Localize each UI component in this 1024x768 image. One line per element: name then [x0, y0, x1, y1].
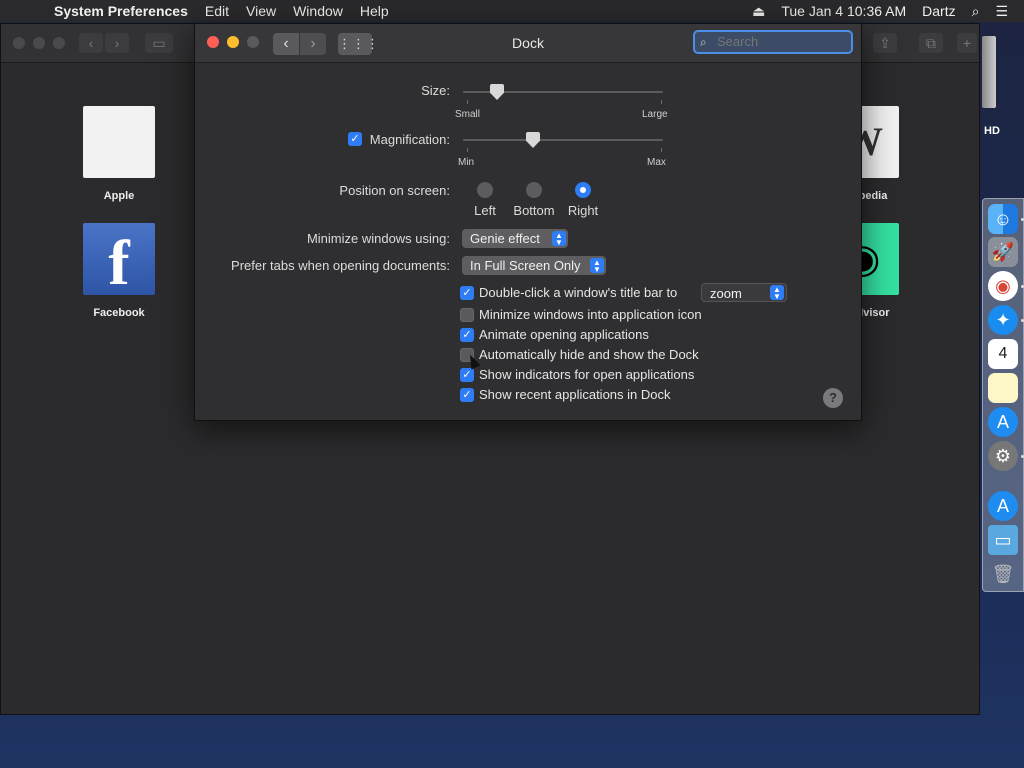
tabs-overview-icon[interactable]: ⧉ [919, 33, 943, 53]
facebook-logo-icon: f [83, 223, 155, 298]
notes-icon[interactable] [988, 373, 1018, 403]
title-bar: ‹ › ⋮⋮⋮ Dock ⌕ [195, 24, 861, 63]
dock: ☺ 🚀 ◉ ✦ 4 A ⚙ A ▭ 🗑 [982, 198, 1024, 592]
size-label: Size: [421, 83, 450, 98]
menu-view[interactable]: View [246, 3, 276, 19]
notification-center-icon[interactable]: ☰ [995, 3, 1008, 20]
magnification-checkbox[interactable]: ✓ [348, 132, 362, 146]
position-label: Position on screen: [339, 183, 450, 198]
auto-hide-dock-label: Automatically hide and show the Dock [479, 347, 699, 362]
magnification-slider-track[interactable] [463, 139, 663, 141]
hard-drive-icon[interactable] [982, 36, 996, 108]
menu-help[interactable]: Help [360, 3, 389, 19]
favorite-label: Apple [103, 190, 135, 202]
trash-icon[interactable]: 🗑 [988, 559, 1018, 589]
favorite-facebook[interactable]: f Facebook [83, 223, 155, 319]
prefer-tabs-value: In Full Screen Only [470, 258, 581, 273]
size-tick [661, 100, 662, 104]
show-indicators-checkbox[interactable]: ✓ [460, 368, 474, 382]
dock-preferences-window: ‹ › ⋮⋮⋮ Dock ⌕ Size: Small Large ✓ Magni… [194, 23, 862, 421]
minimize-into-icon-label: Minimize windows into application icon [479, 307, 702, 322]
size-max-label: Large [642, 109, 668, 120]
app-store-icon[interactable]: A [988, 491, 1018, 521]
safari-icon[interactable]: ✦ [988, 305, 1018, 335]
apple-logo-icon [83, 106, 155, 178]
help-button[interactable]: ? [823, 388, 843, 408]
double-click-action-value: zoom [710, 286, 742, 301]
menu-window[interactable]: Window [293, 3, 343, 19]
spotlight-search-icon[interactable]: ⌕ [972, 3, 980, 20]
launchpad-icon[interactable]: 🚀 [988, 237, 1018, 267]
size-tick [467, 100, 468, 104]
system-preferences-icon[interactable]: ⚙ [988, 441, 1018, 471]
popup-arrows-icon: ▲ ▼ [552, 231, 566, 247]
minimize-effect-popup[interactable]: Genie effect ▲ ▼ [462, 229, 568, 248]
sidebar-toggle-icon[interactable]: ▭ [145, 33, 173, 53]
menu-app-name[interactable]: System Preferences [54, 3, 188, 19]
minimize-effect-value: Genie effect [470, 231, 540, 246]
position-right-label: Right [567, 203, 599, 218]
double-click-label: Double-click a window's title bar to [479, 285, 678, 300]
minimize-using-label: Minimize windows using: [306, 231, 450, 246]
eject-icon[interactable]: ⏏ [752, 3, 765, 20]
search-icon: ⌕ [700, 35, 707, 49]
new-tab-icon[interactable]: + [957, 33, 977, 53]
magnification-max-label: Max [647, 157, 666, 168]
show-indicators-label: Show indicators for open applications [479, 367, 695, 382]
menu-user[interactable]: Dartz [922, 3, 955, 19]
menu-clock[interactable]: Tue Jan 4 10:36 AM [781, 3, 906, 19]
double-click-checkbox[interactable]: ✓ [460, 286, 474, 300]
animate-opening-checkbox[interactable]: ✓ [460, 328, 474, 342]
prefer-tabs-label: Prefer tabs when opening documents: [231, 258, 450, 273]
show-recent-apps-checkbox[interactable]: ✓ [460, 388, 474, 402]
finder-icon[interactable]: ☺ [988, 204, 1018, 234]
app-store-icon[interactable]: A [988, 407, 1018, 437]
magnification-tick [661, 148, 662, 152]
magnification-label: Magnification: [369, 132, 450, 147]
double-click-action-popup[interactable]: zoom ▲ ▼ [701, 283, 787, 302]
safari-forward-button[interactable]: › [105, 33, 129, 53]
hard-drive-label: HD [984, 125, 1000, 137]
safari-back-button[interactable]: ‹ [79, 33, 103, 53]
size-min-label: Small [455, 109, 481, 120]
size-slider-thumb[interactable] [490, 84, 504, 100]
magnification-min-label: Min [458, 157, 475, 168]
favorite-label: Facebook [93, 307, 145, 319]
favorite-apple[interactable]: Apple [83, 106, 155, 202]
safari-zoom-button[interactable] [53, 37, 65, 49]
downloads-folder-icon[interactable]: ▭ [988, 525, 1018, 555]
minimize-into-icon-checkbox[interactable] [460, 308, 474, 322]
popup-arrows-icon: ▲ ▼ [770, 285, 784, 301]
animate-opening-label: Animate opening applications [479, 327, 649, 342]
search-input[interactable] [717, 34, 837, 49]
show-recent-apps-label: Show recent applications in Dock [479, 387, 671, 402]
position-bottom-radio[interactable] [526, 182, 542, 198]
magnification-tick [467, 148, 468, 152]
safari-minimize-button[interactable] [33, 37, 45, 49]
calendar-icon[interactable]: 4 [988, 339, 1018, 369]
prefer-tabs-popup[interactable]: In Full Screen Only ▲ ▼ [462, 256, 606, 275]
position-left-radio[interactable] [477, 182, 493, 198]
safari-close-button[interactable] [13, 37, 25, 49]
share-icon[interactable]: ⇪ [873, 33, 897, 53]
position-right-radio[interactable] [575, 182, 591, 198]
magnification-slider-thumb[interactable] [526, 132, 540, 148]
popup-arrows-icon: ▲ ▼ [590, 258, 604, 274]
menu-bar: System Preferences Edit View Window Help… [0, 0, 1024, 22]
search-field[interactable]: ⌕ [693, 30, 853, 54]
chrome-icon[interactable]: ◉ [988, 271, 1018, 301]
menu-edit[interactable]: Edit [205, 3, 229, 19]
